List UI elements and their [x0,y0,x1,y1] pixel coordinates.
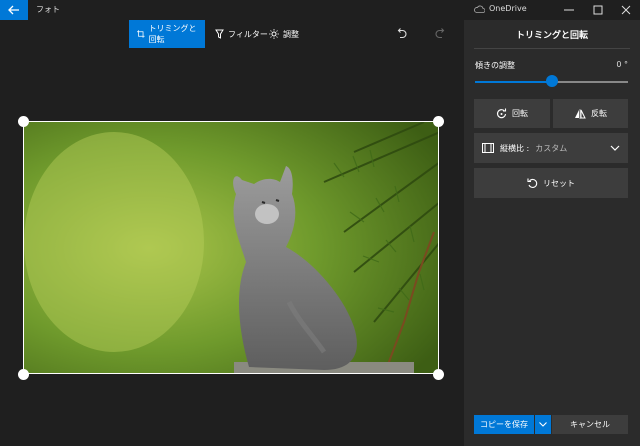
crop-handle-top-left[interactable] [18,116,29,127]
tab-crop-rotate-label: トリミングと回転 [148,24,197,44]
tab-adjust[interactable]: 調整 [261,20,307,48]
cancel-button[interactable]: キャンセル [552,415,628,434]
onedrive-label: OneDrive [489,4,527,13]
redo-icon [434,27,444,38]
aspect-ratio-label: 縦横比 : [500,143,530,153]
back-button[interactable] [0,0,28,20]
minimize-button[interactable] [554,0,584,20]
chevron-down-icon [610,145,620,151]
tilt-value: 0 ° [616,60,628,69]
panel-title: トリミングと回転 [515,31,588,41]
tab-adjust-label: 調整 [283,29,299,39]
tilt-slider-fill [475,81,552,83]
maximize-icon [593,5,603,15]
flip-button[interactable]: 反転 [553,99,628,128]
close-icon [621,5,631,15]
photo-kitten [23,121,439,374]
tilt-slider-thumb[interactable] [545,75,558,87]
sun-icon [269,29,279,39]
reset-icon [527,178,538,188]
maximize-button[interactable] [583,0,613,20]
title-bar: フォト OneDrive [0,0,640,20]
onedrive-account[interactable]: OneDrive [474,4,527,13]
redo-button[interactable] [432,25,448,41]
flip-icon [575,108,586,119]
panel-divider [474,48,630,49]
cloud-icon [474,5,485,13]
app-title: フォト [36,5,60,14]
rotate-button[interactable]: 回転 [474,99,550,128]
crop-icon [137,30,145,38]
crop-handle-bottom-right[interactable] [433,369,444,380]
undo-button[interactable] [393,25,409,41]
crop-handle-top-right[interactable] [433,116,444,127]
rotate-label: 回転 [512,109,528,118]
save-copy-label: コピーを保存 [480,420,528,429]
tab-crop-rotate[interactable]: トリミングと回転 [129,20,205,48]
rotate-icon [496,108,507,119]
aspect-ratio-dropdown[interactable]: 縦横比 : カスタム [474,133,628,163]
flip-label: 反転 [591,109,607,118]
arrow-left-icon [8,5,19,15]
filter-icon [215,29,224,39]
cancel-label: キャンセル [570,420,610,429]
kitten-photo-image [24,122,438,373]
close-button[interactable] [611,0,640,20]
save-copy-button[interactable]: コピーを保存 [474,415,534,434]
tilt-label: 傾きの調整 [475,61,515,70]
reset-label: リセット [543,178,575,188]
crop-handle-bottom-left[interactable] [18,369,29,380]
aspect-ratio-icon [482,143,494,153]
minimize-icon [564,9,574,11]
undo-icon [397,27,407,38]
editing-canvas [0,48,464,446]
crop-rotate-panel: トリミングと回転 傾きの調整 0 ° 回転 反転 縦横比 : カスタム リセット… [464,20,640,446]
reset-button[interactable]: リセット [474,168,628,198]
aspect-ratio-value: カスタム [535,143,568,153]
chevron-down-icon [539,422,547,427]
save-options-button[interactable] [535,415,551,434]
